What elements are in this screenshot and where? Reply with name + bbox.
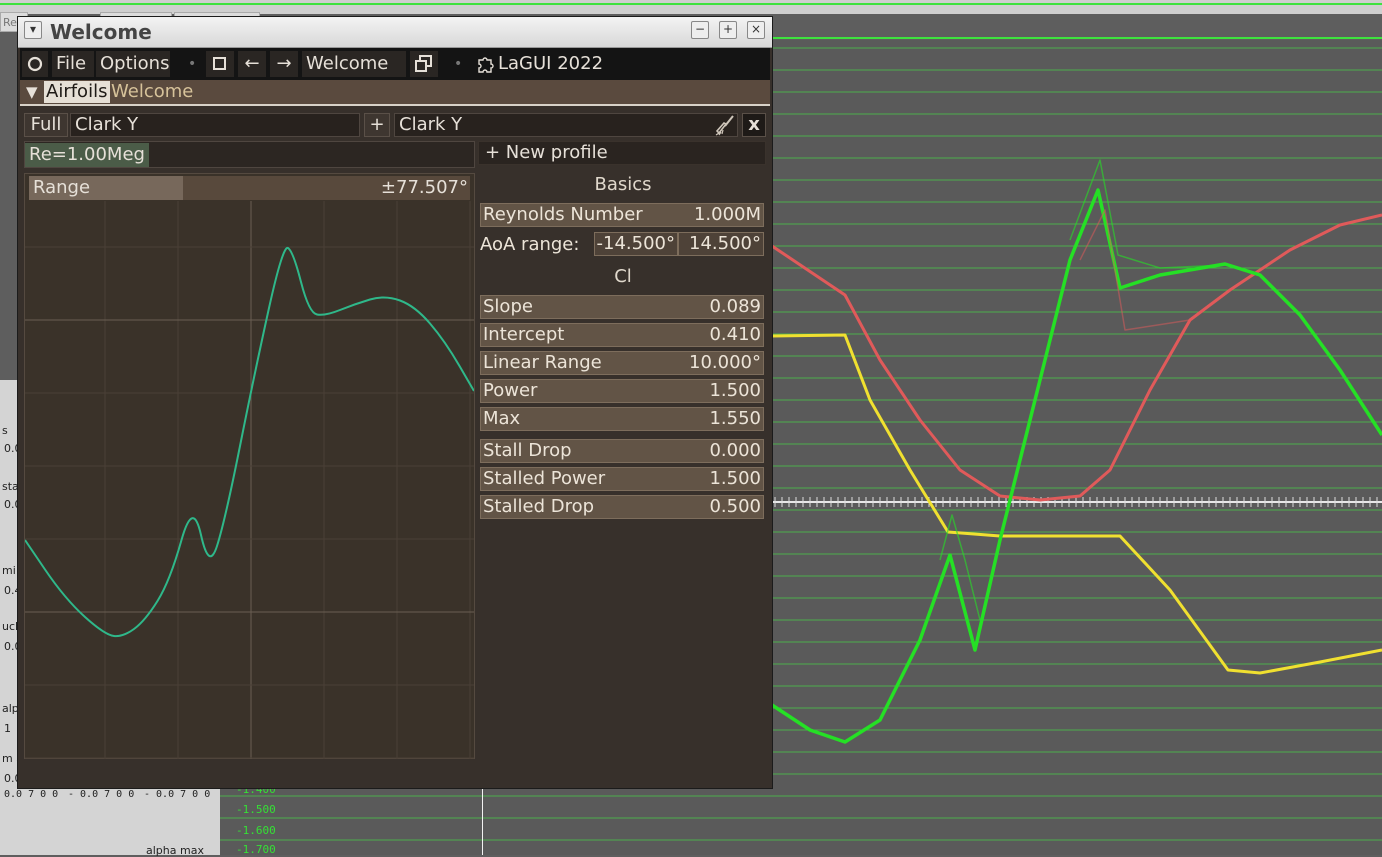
range-label: Range <box>33 177 91 198</box>
property-field-stalled-drop[interactable]: Stalled Drop 0.500 <box>480 495 764 519</box>
axis-label: -1.500 <box>236 803 276 816</box>
background-field-fragment: ucl <box>2 620 19 633</box>
property-value: 0.089 <box>709 296 761 317</box>
forward-button[interactable]: → <box>270 51 298 77</box>
arrow-right-icon: → <box>276 53 292 74</box>
maximize-icon: + <box>722 22 734 36</box>
new-profile-button[interactable]: + New profile <box>478 141 766 165</box>
right-profile-field[interactable]: Clark Y <box>394 113 738 137</box>
property-label: Intercept <box>483 324 565 345</box>
aoa-range-label: AoA range: <box>480 234 580 255</box>
close-button[interactable]: × <box>747 21 765 39</box>
reynolds-chip[interactable]: Re=1.00Meg <box>25 143 149 167</box>
property-label: Stalled Power <box>483 468 606 489</box>
circle-icon <box>27 56 43 72</box>
aoa-min-value: -14.500° <box>596 233 675 254</box>
property-value: 0.500 <box>709 496 761 517</box>
property-label: Reynolds Number <box>483 204 643 225</box>
aoa-max-field[interactable]: 14.500° <box>678 232 764 256</box>
reynolds-selector[interactable]: Re=1.00Meg <box>24 141 475 168</box>
collapse-icon[interactable]: ▼ <box>24 81 40 103</box>
property-value: 1.550 <box>709 408 761 429</box>
broom-icon[interactable] <box>714 114 736 136</box>
tab-welcome[interactable]: Welcome <box>109 81 195 103</box>
close-profile-button[interactable]: x <box>742 113 766 137</box>
property-label: Max <box>483 408 521 429</box>
numeric-box[interactable]: 0.0 7 0 0 <box>4 789 58 800</box>
minimize-button[interactable]: − <box>691 21 709 39</box>
airfoils-content: Full Clark Y + Clark Y x Re=1.00Meg Rang… <box>20 106 770 786</box>
background-field-fragment: alp <box>2 702 19 715</box>
stop-button[interactable] <box>206 51 234 77</box>
cl-plot-panel: Range ±77.507° <box>24 173 475 759</box>
cl-title: Cl <box>614 266 632 287</box>
property-label: Power <box>483 380 538 401</box>
alpha-max-label: alpha max <box>146 844 204 857</box>
aoa-max-value: 14.500° <box>689 233 761 254</box>
property-field-max[interactable]: Max 1.550 <box>480 407 764 431</box>
property-value: 1.000M <box>693 204 761 225</box>
aoa-min-field[interactable]: -14.500° <box>594 232 678 256</box>
options-menu[interactable]: Options <box>96 51 170 77</box>
tab-bar: ▼ Airfoils Welcome <box>20 80 770 106</box>
property-field-stalled-power[interactable]: Stalled Power 1.500 <box>480 467 764 491</box>
property-field-slope[interactable]: Slope 0.089 <box>480 295 764 319</box>
window-title: Welcome <box>50 20 152 44</box>
property-label: Linear Range <box>483 352 602 373</box>
window-titlebar[interactable]: ▾ Welcome − + × <box>18 17 772 48</box>
cl-plot-grid <box>25 201 474 759</box>
arrow-left-icon: ← <box>244 53 260 74</box>
square-icon <box>213 57 226 70</box>
windows-icon <box>415 55 432 72</box>
window-menu-button[interactable]: ▾ <box>24 21 42 39</box>
welcome-window: ▾ Welcome − + × File Options • ← → Welco… <box>18 17 772 788</box>
property-label: Stalled Drop <box>483 496 595 517</box>
file-menu[interactable]: File <box>52 51 94 77</box>
background-field-fragment: s <box>2 424 8 437</box>
axis-label: -1.600 <box>236 824 276 837</box>
range-slider[interactable]: Range ±77.507° <box>29 176 470 200</box>
minimize-icon: − <box>694 22 706 36</box>
maximize-button[interactable]: + <box>719 21 737 39</box>
left-profile-field[interactable]: Clark Y <box>70 113 360 137</box>
property-field-stall-drop[interactable]: Stall Drop 0.000 <box>480 439 764 463</box>
numeric-box[interactable]: - 0.0 7 0 0 <box>144 789 210 800</box>
background-cursor-line <box>482 788 483 855</box>
menubar: File Options • ← → Welcome • LaGUI 2022 <box>20 48 770 80</box>
numeric-box[interactable]: - 0.0 7 0 0 <box>68 789 134 800</box>
property-value: 10.000° <box>689 352 761 373</box>
puzzle-icon <box>478 57 494 73</box>
property-label: Stall Drop <box>483 440 572 461</box>
cl-curve-plot[interactable] <box>25 201 474 759</box>
axis-label: -1.700 <box>236 843 276 856</box>
property-value: 1.500 <box>709 468 761 489</box>
close-icon: x <box>748 114 760 135</box>
page-selector[interactable]: Welcome <box>302 51 406 77</box>
property-value: 0.000 <box>709 440 761 461</box>
full-toggle-button[interactable]: Full <box>24 113 68 137</box>
add-profile-button[interactable]: + <box>364 113 390 137</box>
basics-title: Basics <box>594 174 652 195</box>
property-field-linear-range[interactable]: Linear Range 10.000° <box>480 351 764 375</box>
app-name: LaGUI 2022 <box>498 53 604 74</box>
cl-curve <box>25 246 474 638</box>
property-field-power[interactable]: Power 1.500 <box>480 379 764 403</box>
tab-airfoils[interactable]: Airfoils <box>44 81 110 103</box>
property-value: 0.410 <box>709 324 761 345</box>
close-icon: × <box>750 22 762 36</box>
range-value: ±77.507° <box>380 177 468 198</box>
separator-dot: • <box>454 56 463 72</box>
chevron-down-icon: ▾ <box>29 22 37 36</box>
new-window-button[interactable] <box>410 51 438 77</box>
right-profile-name: Clark Y <box>399 114 463 135</box>
background-field-fragment: 1 <box>4 722 11 735</box>
reynolds-number-field[interactable]: Reynolds Number 1.000M <box>480 203 764 227</box>
property-label: Slope <box>483 296 533 317</box>
background-field-fragment: mi <box>2 564 16 577</box>
separator-dot: • <box>188 56 197 72</box>
back-button[interactable]: ← <box>238 51 266 77</box>
property-value: 1.500 <box>709 380 761 401</box>
property-field-intercept[interactable]: Intercept 0.410 <box>480 323 764 347</box>
app-menu-button[interactable] <box>22 51 48 77</box>
